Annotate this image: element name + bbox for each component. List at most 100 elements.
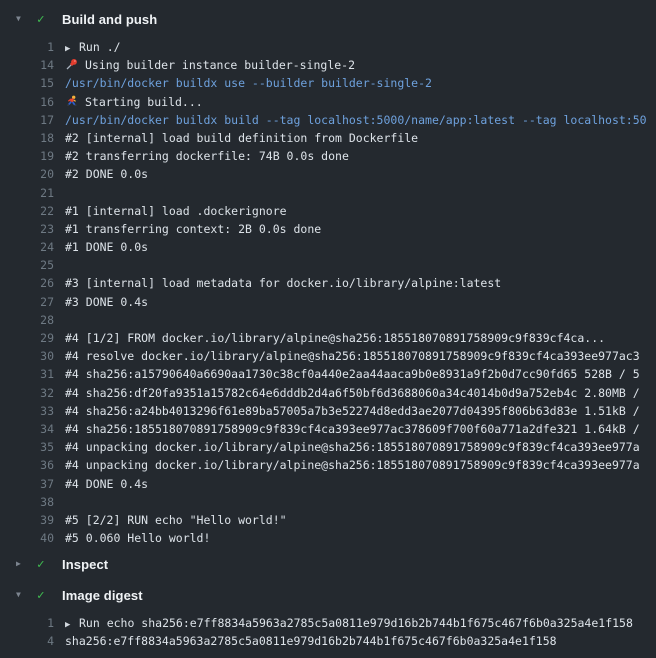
line-text-content: #1 [internal] load .dockerignore — [65, 204, 287, 218]
chevron-right-icon[interactable]: ▶ — [16, 560, 29, 568]
line-number[interactable]: 23 — [0, 220, 54, 238]
line-number[interactable]: 27 — [0, 293, 54, 311]
line-number[interactable]: 20 — [0, 165, 54, 183]
line-text: #3 DONE 0.4s — [54, 293, 656, 311]
log-line: 1▶Run echo sha256:e7ff8834a5963a2785c5a0… — [0, 614, 656, 632]
line-number[interactable]: 32 — [0, 384, 54, 402]
line-text: Using builder instance builder-single-2 — [54, 56, 656, 74]
line-text — [54, 493, 656, 511]
line-number[interactable]: 19 — [0, 147, 54, 165]
line-text-content: Run ./ — [79, 40, 121, 54]
line-text: #4 [1/2] FROM docker.io/library/alpine@s… — [54, 329, 656, 347]
line-number[interactable]: 28 — [0, 311, 54, 329]
line-text-content: #4 resolve docker.io/library/alpine@sha2… — [65, 349, 640, 363]
line-number[interactable]: 38 — [0, 493, 54, 511]
group-header-inspect[interactable]: ▶✓Inspect — [0, 547, 656, 581]
log-line: 14Using builder instance builder-single-… — [0, 56, 656, 74]
line-number[interactable]: 16 — [0, 93, 54, 111]
success-check-icon: ✓ — [37, 589, 52, 602]
log-lines: 1▶Run ./14Using builder instance builder… — [0, 38, 656, 547]
line-number[interactable]: 35 — [0, 438, 54, 456]
line-number[interactable]: 31 — [0, 365, 54, 383]
line-number[interactable]: 37 — [0, 475, 54, 493]
line-text-content: #1 DONE 0.0s — [65, 240, 148, 254]
log-line: 4sha256:e7ff8834a5963a2785c5a0811e979d16… — [0, 632, 656, 650]
line-text-content: #4 sha256:a24bb4013296f61e89ba57005a7b3e… — [65, 404, 640, 418]
line-text-content: #4 sha256:a15790640a6690aa1730c38cf0a440… — [65, 367, 640, 381]
line-text: #4 sha256:a15790640a6690aa1730c38cf0a440… — [54, 365, 656, 383]
line-text: /usr/bin/docker buildx build --tag local… — [54, 111, 656, 129]
line-number[interactable]: 1 — [0, 614, 54, 632]
expand-step-icon[interactable]: ▶ — [65, 616, 79, 632]
line-number[interactable]: 33 — [0, 402, 54, 420]
group-title: Build and push — [62, 12, 157, 27]
line-number[interactable]: 1 — [0, 38, 54, 56]
log-line: 39#5 [2/2] RUN echo "Hello world!" — [0, 511, 656, 529]
line-number[interactable]: 29 — [0, 329, 54, 347]
line-number[interactable]: 40 — [0, 529, 54, 547]
log-line: 29#4 [1/2] FROM docker.io/library/alpine… — [0, 329, 656, 347]
line-text: #4 sha256:a24bb4013296f61e89ba57005a7b3e… — [54, 402, 656, 420]
log-line: 40 #5 0.060 Hello world! — [0, 529, 656, 547]
line-text-content: #4 sha256:185518070891758909c9f839cf4ca3… — [65, 422, 640, 436]
log-line: 28 — [0, 311, 656, 329]
line-number[interactable]: 4 — [0, 632, 54, 650]
line-text-content: #3 [internal] load metadata for docker.i… — [65, 276, 501, 290]
group-title: Inspect — [62, 557, 108, 572]
group-header-image-digest[interactable]: ▼✓Image digest — [0, 581, 656, 609]
line-text-content: Starting build... — [85, 95, 203, 109]
line-text-content: #4 sha256:df20fa9351a15782c64e6dddb2d4a6… — [65, 386, 640, 400]
line-number[interactable]: 21 — [0, 184, 54, 202]
line-number[interactable]: 18 — [0, 129, 54, 147]
log-line: 31 #4 sha256:a15790640a6690aa1730c38cf0a4… — [0, 365, 656, 383]
line-number[interactable]: 25 — [0, 256, 54, 274]
line-text-content: #1 transferring context: 2B 0.0s done — [65, 222, 321, 236]
line-text: #3 [internal] load metadata for docker.i… — [54, 274, 656, 292]
log-line: 17/usr/bin/docker buildx build --tag loc… — [0, 111, 656, 129]
line-number[interactable]: 14 — [0, 56, 54, 74]
line-text: Starting build... — [54, 93, 656, 111]
line-text-content: /usr/bin/docker buildx use --builder bui… — [65, 76, 432, 90]
log-line: 37 #4 DONE 0.4s — [0, 475, 656, 493]
line-text-content: #2 [internal] load build definition from… — [65, 131, 418, 145]
line-text-content: #4 unpacking docker.io/library/alpine@sh… — [65, 458, 640, 472]
log-line: 24 #1 DONE 0.0s — [0, 238, 656, 256]
line-text: #4 unpacking docker.io/library/alpine@sh… — [54, 438, 656, 456]
line-number[interactable]: 24 — [0, 238, 54, 256]
line-text: #2 DONE 0.0s — [54, 165, 656, 183]
line-text-content: #4 DONE 0.4s — [65, 477, 148, 491]
line-text-content: #5 0.060 Hello world! — [65, 531, 210, 545]
line-text: #4 sha256:df20fa9351a15782c64e6dddb2d4a6… — [54, 384, 656, 402]
line-number[interactable]: 26 — [0, 274, 54, 292]
log-line: 35 #4 unpacking docker.io/library/alpine@… — [0, 438, 656, 456]
log-line: 25 — [0, 256, 656, 274]
line-text: ▶Run ./ — [54, 38, 656, 56]
chevron-down-icon[interactable]: ▼ — [16, 591, 29, 599]
line-number[interactable]: 22 — [0, 202, 54, 220]
log-line: 32 #4 sha256:df20fa9351a15782c64e6dddb2d4… — [0, 384, 656, 402]
line-number[interactable]: 30 — [0, 347, 54, 365]
expand-step-icon[interactable]: ▶ — [65, 40, 79, 56]
line-number[interactable]: 15 — [0, 74, 54, 92]
line-number[interactable]: 39 — [0, 511, 54, 529]
line-text: ▶Run echo sha256:e7ff8834a5963a2785c5a08… — [54, 614, 656, 632]
log-group-inspect: ▶✓Inspect — [0, 547, 656, 581]
line-text — [54, 311, 656, 329]
line-number[interactable]: 36 — [0, 456, 54, 474]
line-text-content: #4 unpacking docker.io/library/alpine@sh… — [65, 440, 640, 454]
log-line: 34 #4 sha256:185518070891758909c9f839cf4c… — [0, 420, 656, 438]
log-line: 19 #2 transferring dockerfile: 74B 0.0s d… — [0, 147, 656, 165]
line-text: #5 0.060 Hello world! — [54, 529, 656, 547]
line-number[interactable]: 17 — [0, 111, 54, 129]
line-text: #2 transferring dockerfile: 74B 0.0s don… — [54, 147, 656, 165]
line-text: sha256:e7ff8834a5963a2785c5a0811e979d16b… — [54, 632, 656, 650]
log-line: 26 #3 [internal] load metadata for docker… — [0, 274, 656, 292]
log-line: 30 #4 resolve docker.io/library/alpine@sh… — [0, 347, 656, 365]
group-header-build-and-push[interactable]: ▼✓Build and push — [0, 0, 656, 38]
line-number[interactable]: 34 — [0, 420, 54, 438]
log-group-build-and-push: ▼✓Build and push1▶Run ./14Using builder … — [0, 0, 656, 547]
line-text: #4 resolve docker.io/library/alpine@sha2… — [54, 347, 656, 365]
log-line: 36 #4 unpacking docker.io/library/alpine@… — [0, 456, 656, 474]
line-text-content: #2 transferring dockerfile: 74B 0.0s don… — [65, 149, 349, 163]
chevron-down-icon[interactable]: ▼ — [16, 15, 29, 23]
